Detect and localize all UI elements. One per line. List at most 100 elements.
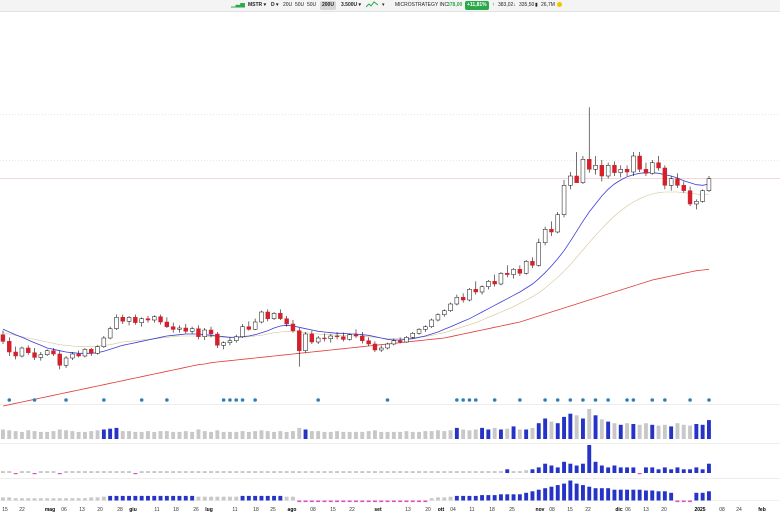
indicator-bar bbox=[253, 471, 258, 473]
momentum-bar bbox=[650, 490, 655, 501]
indicator-bar bbox=[38, 471, 43, 473]
volume-bar bbox=[272, 431, 276, 439]
momentum-bar bbox=[215, 496, 220, 501]
momentum-bar bbox=[612, 489, 617, 501]
indicator-bar bbox=[190, 471, 195, 473]
time-axis-month-label: nov bbox=[535, 507, 545, 513]
volume-bar bbox=[253, 431, 258, 439]
candle-body-up bbox=[101, 337, 107, 347]
indicator-bar bbox=[379, 471, 384, 473]
candle bbox=[26, 345, 31, 355]
indicator-bar bbox=[549, 465, 554, 473]
indicator-bar bbox=[366, 471, 371, 473]
candle bbox=[246, 321, 252, 331]
volume-bar bbox=[133, 431, 138, 439]
momentum-bar bbox=[146, 495, 150, 501]
volume-bar bbox=[297, 427, 302, 439]
volume-bar bbox=[146, 431, 150, 439]
momentum-bar bbox=[202, 496, 207, 501]
volume-bar bbox=[480, 427, 484, 439]
candle bbox=[511, 268, 516, 279]
momentum-bar bbox=[404, 500, 409, 503]
candle bbox=[202, 328, 207, 340]
candle-body-up bbox=[347, 334, 352, 340]
indicator-bar bbox=[631, 467, 636, 473]
event-markers bbox=[7, 398, 711, 402]
indicator-bar bbox=[574, 465, 579, 473]
indicator-bar bbox=[139, 471, 144, 473]
volume-bar bbox=[555, 423, 560, 439]
momentum-bar bbox=[76, 498, 81, 501]
candle-body-up bbox=[561, 185, 567, 215]
volume-bar bbox=[473, 429, 478, 439]
candle bbox=[44, 349, 50, 356]
candle bbox=[549, 221, 554, 236]
candle-body-up bbox=[252, 321, 258, 330]
momentum-bar bbox=[183, 495, 188, 501]
momentum-bar bbox=[511, 494, 516, 501]
candle-body-down bbox=[120, 317, 125, 322]
volume-bar bbox=[240, 431, 245, 439]
volume-bar bbox=[436, 430, 440, 439]
momentum-bar bbox=[644, 490, 648, 501]
candle bbox=[360, 332, 365, 344]
candle-body-up bbox=[511, 269, 516, 275]
momentum-bar bbox=[461, 495, 466, 501]
candle-body-down bbox=[334, 335, 340, 338]
momentum-bar bbox=[625, 489, 629, 501]
indicator-bar bbox=[644, 467, 648, 473]
momentum-bar bbox=[410, 500, 415, 503]
candle bbox=[290, 320, 296, 333]
candle bbox=[624, 165, 630, 176]
candle bbox=[347, 333, 352, 341]
candle-body-down bbox=[473, 289, 478, 293]
time-axis-day-label: 20 bbox=[425, 507, 431, 513]
candle-body-down bbox=[290, 323, 296, 331]
candle bbox=[265, 309, 270, 322]
momentum-bar bbox=[101, 496, 106, 501]
volume-bar bbox=[38, 431, 43, 439]
price-chart[interactable] bbox=[0, 0, 780, 506]
candle-body-down bbox=[675, 178, 680, 186]
candle bbox=[492, 274, 497, 287]
candlesticks bbox=[0, 107, 712, 370]
candle bbox=[303, 332, 308, 353]
momentum-bar bbox=[83, 498, 87, 501]
candle bbox=[530, 257, 535, 268]
event-marker bbox=[221, 398, 226, 402]
momentum-bar bbox=[228, 496, 232, 501]
event-marker bbox=[492, 398, 497, 402]
candle bbox=[587, 107, 592, 173]
volume-bar bbox=[45, 431, 50, 439]
candle-body-up bbox=[391, 340, 397, 345]
time-axis-day-label: 08 bbox=[719, 507, 725, 513]
event-marker bbox=[473, 398, 478, 402]
momentum-bar bbox=[700, 492, 705, 501]
time-axis-day-label: 11 bbox=[154, 507, 160, 513]
volume-bar bbox=[549, 421, 554, 439]
momentum-bar bbox=[436, 497, 440, 501]
candle bbox=[101, 336, 107, 348]
volume-bar bbox=[373, 430, 377, 439]
event-marker bbox=[467, 398, 472, 402]
candle bbox=[442, 309, 447, 317]
indicator-bar bbox=[89, 471, 94, 473]
event-marker bbox=[663, 398, 667, 402]
candle-body-up bbox=[454, 297, 460, 305]
indicator-bar bbox=[486, 471, 491, 473]
volume-bar bbox=[694, 424, 699, 439]
volume-bar bbox=[101, 429, 106, 439]
volume-bar bbox=[650, 424, 655, 439]
volume-bar bbox=[656, 425, 661, 439]
candle bbox=[158, 314, 163, 325]
momentum-bar bbox=[152, 495, 157, 501]
candle-body-down bbox=[133, 317, 138, 323]
indicator-bar bbox=[599, 465, 604, 473]
candle bbox=[120, 314, 125, 324]
candle-body-down bbox=[637, 155, 642, 170]
candle bbox=[63, 356, 69, 368]
event-marker bbox=[650, 398, 655, 402]
volume-bar bbox=[631, 424, 636, 439]
momentum-bar bbox=[133, 495, 138, 501]
momentum-bar bbox=[391, 500, 396, 503]
